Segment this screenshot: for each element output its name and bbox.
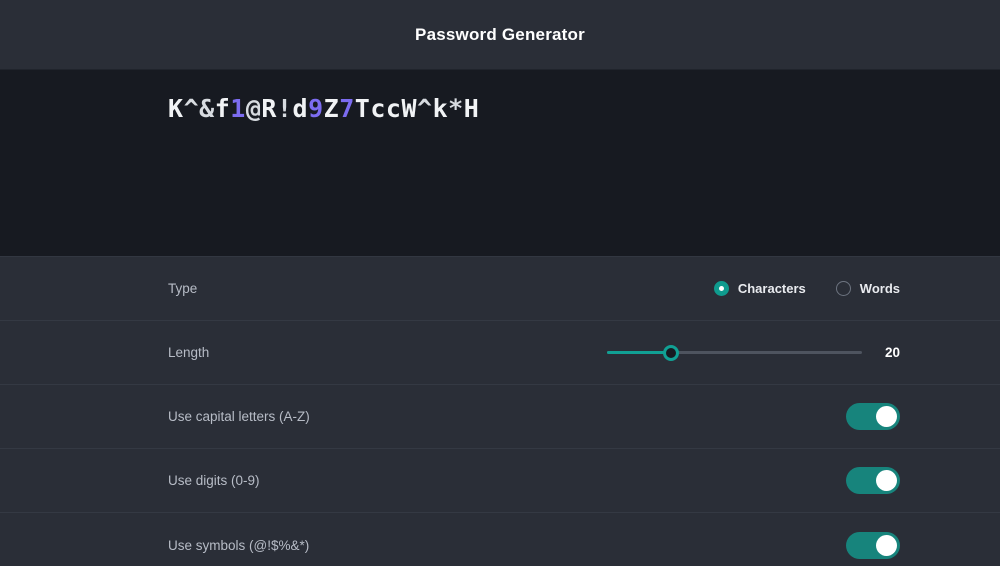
- toggle-symbols[interactable]: [846, 531, 900, 559]
- option-label-length: Length: [168, 345, 210, 360]
- slider-thumb[interactable]: [663, 344, 679, 361]
- option-row-length: Length 20: [0, 321, 1000, 385]
- generated-password[interactable]: K^&f1@R!d9Z7TccW^k*H: [168, 96, 479, 121]
- password-generator-app: Password Generator K^&f1@R!d9Z7TccW^k*H …: [0, 0, 1000, 566]
- password-char-letter: R: [261, 94, 277, 123]
- password-char-letter: c: [370, 94, 386, 123]
- toggle-capitals[interactable]: [846, 403, 900, 430]
- symbols-control: [846, 531, 900, 559]
- length-value: 20: [884, 345, 900, 360]
- length-control: 20: [607, 344, 900, 362]
- type-radio-group: Characters Words: [713, 281, 900, 296]
- option-row-digits: Use digits (0-9): [0, 449, 1000, 513]
- capitals-control: [846, 403, 900, 430]
- length-slider[interactable]: [607, 344, 862, 362]
- password-char-digit: 9: [308, 94, 324, 123]
- password-char-digit: 7: [339, 94, 355, 123]
- page-title: Password Generator: [415, 24, 585, 44]
- toggle-capitals-knob: [876, 406, 897, 427]
- password-char-letter: W: [401, 94, 417, 123]
- password-char-letter: H: [463, 94, 480, 123]
- option-label-digits: Use digits (0-9): [168, 473, 260, 488]
- slider-fill: [607, 351, 671, 354]
- type-control: Characters Words: [713, 281, 900, 296]
- password-char-letter: K: [168, 94, 184, 123]
- password-display-panel: K^&f1@R!d9Z7TccW^k*H Strong Password: [0, 70, 1000, 309]
- option-label-capitals: Use capital letters (A-Z): [168, 409, 310, 424]
- digits-control: [846, 467, 900, 494]
- password-char-symbol: &: [199, 94, 215, 123]
- password-char-letter: k: [432, 94, 449, 123]
- radio-characters[interactable]: Characters: [713, 281, 806, 296]
- password-char-letter: d: [292, 94, 309, 123]
- radio-characters-label: Characters: [737, 281, 806, 296]
- toggle-digits-knob: [876, 470, 897, 491]
- radio-words-mark: [835, 281, 851, 296]
- toggle-symbols-knob: [876, 534, 897, 556]
- option-row-capitals: Use capital letters (A-Z): [0, 385, 1000, 449]
- radio-words[interactable]: Words: [835, 281, 900, 296]
- app-header: Password Generator: [0, 0, 1000, 70]
- password-char-symbol: !: [276, 94, 293, 123]
- password-char-letter: Z: [323, 94, 340, 123]
- password-char-symbol: ^: [417, 94, 433, 123]
- password-char-letter: f: [214, 94, 231, 123]
- option-label-type: Type: [168, 281, 198, 296]
- toggle-digits[interactable]: [846, 467, 900, 494]
- radio-characters-mark: [713, 281, 729, 296]
- password-char-symbol: @: [245, 94, 262, 123]
- password-char-letter: c: [385, 94, 402, 123]
- password-char-letter: T: [354, 94, 371, 123]
- password-char-symbol: *: [448, 94, 464, 123]
- option-label-symbols: Use symbols (@!$%&*): [168, 537, 310, 553]
- option-row-symbols: Use symbols (@!$%&*): [0, 513, 1000, 566]
- options-list: Type Characters Words Length 20 Use capi…: [0, 257, 1000, 566]
- password-char-symbol: ^: [183, 94, 200, 123]
- password-char-digit: 1: [230, 94, 246, 123]
- option-row-type: Type Characters Words: [0, 257, 1000, 321]
- radio-words-label: Words: [859, 281, 900, 296]
